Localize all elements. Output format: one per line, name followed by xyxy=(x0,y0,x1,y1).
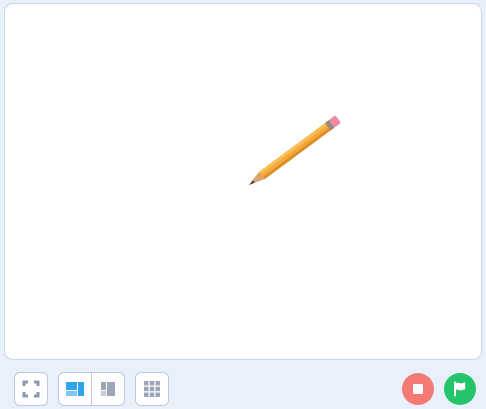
large-stage-layout-icon xyxy=(66,382,84,396)
stop-icon xyxy=(402,373,434,405)
small-stage-layout-icon xyxy=(101,382,115,396)
flag-icon xyxy=(444,373,476,405)
pencil-icon[interactable] xyxy=(241,102,347,192)
stop-button[interactable] xyxy=(402,373,434,405)
grid-button[interactable] xyxy=(135,372,169,406)
green-flag-button[interactable] xyxy=(444,373,476,405)
fullscreen-button[interactable] xyxy=(14,372,48,406)
layout-toggle[interactable] xyxy=(58,372,125,406)
small-stage-layout-button[interactable] xyxy=(92,373,124,405)
fullscreen-icon xyxy=(22,380,40,398)
stage-canvas[interactable] xyxy=(4,3,482,360)
large-stage-layout-button[interactable] xyxy=(59,373,92,405)
grid-icon xyxy=(144,381,160,397)
